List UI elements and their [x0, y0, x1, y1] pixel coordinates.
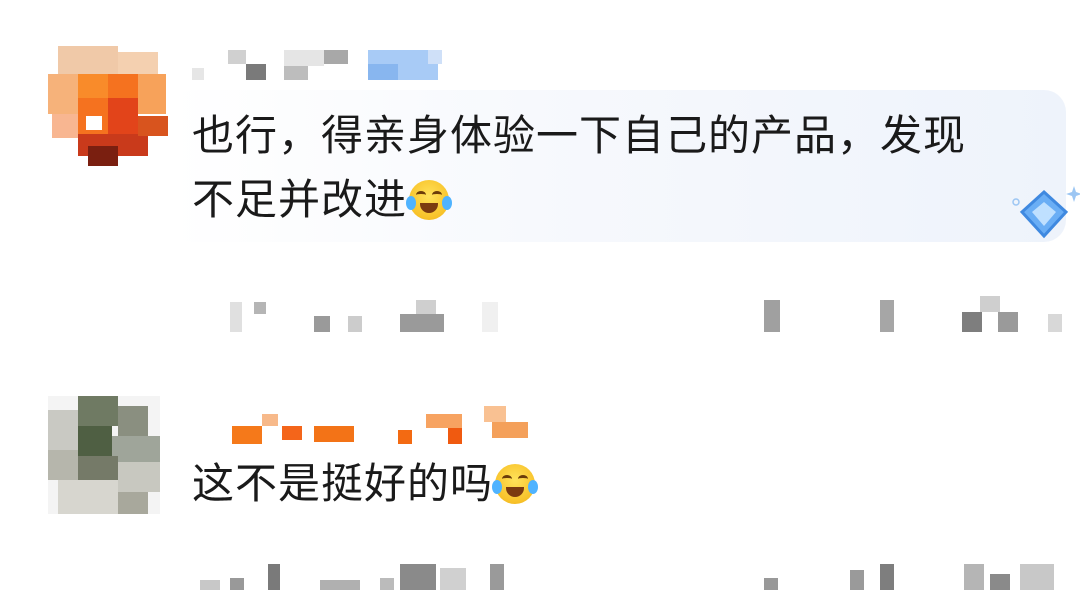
comment-text-line-2: 不足并改进 — [192, 168, 966, 232]
avatar[interactable] — [48, 396, 160, 514]
avatar[interactable] — [48, 46, 168, 166]
diamond-badge-icon — [1012, 186, 1080, 239]
crying-laughing-emoji-icon — [406, 180, 453, 220]
comment-text-line-1: 这不是挺好的吗 — [192, 459, 494, 508]
comment-text: 也行，得亲身体验一下自己的产品，发现 不足并改进 — [192, 104, 966, 232]
comment-meta — [190, 296, 1070, 336]
username[interactable] — [192, 50, 552, 90]
username[interactable] — [192, 396, 532, 448]
comment-meta — [190, 560, 1070, 599]
comment-text-line-1: 也行，得亲身体验一下自己的产品，发现 — [192, 111, 967, 160]
comment-text-line-2-label: 不足并改进 — [192, 175, 408, 224]
crying-laughing-emoji-icon — [492, 464, 539, 504]
comment-text: 这不是挺好的吗 — [192, 452, 539, 516]
